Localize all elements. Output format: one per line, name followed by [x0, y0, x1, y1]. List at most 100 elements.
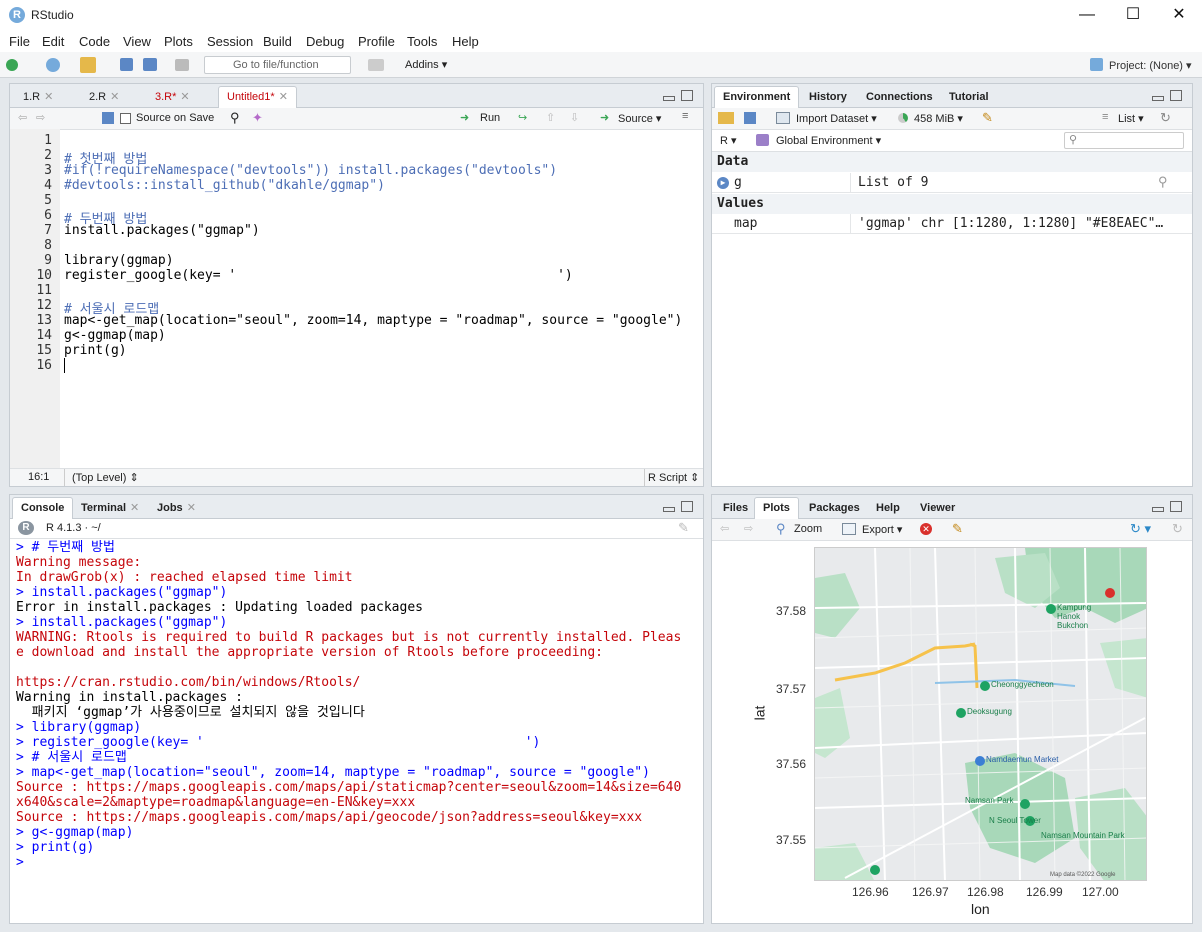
addins-menu[interactable]: Addins ▾ [405, 58, 447, 71]
minimize-pane-icon[interactable] [663, 96, 675, 101]
menu-session[interactable]: Session [207, 34, 253, 49]
scope-selector[interactable]: (Top Level) ⇕ [72, 471, 139, 484]
tab-untitled1[interactable]: Untitled1* ✕ [218, 86, 297, 109]
list-view-menu[interactable]: List ▾ [1118, 112, 1144, 125]
grid-layout-icon[interactable] [368, 59, 384, 71]
scope-selector[interactable]: Global Environment ▾ [776, 134, 881, 147]
up-arrow-icon[interactable]: ⇧ [546, 111, 555, 124]
zoom-button[interactable]: Zoom [794, 523, 822, 535]
maximize-pane-icon[interactable] [1170, 501, 1182, 512]
file-type-selector[interactable]: R Script ⇕ [648, 471, 699, 484]
env-row-map[interactable]: map 'ggmap' chr [1:1280, 1:1280] "#E8EAE… [712, 214, 1192, 234]
tab-files[interactable]: Files [714, 497, 757, 519]
menu-build[interactable]: Build [263, 34, 292, 49]
search-icon[interactable]: ⚲ [230, 110, 240, 126]
tab-terminal[interactable]: Terminal ✕ [72, 497, 148, 519]
open-file-icon[interactable] [80, 57, 96, 73]
back-icon[interactable]: ⇦ [720, 522, 729, 535]
source-on-save-checkbox[interactable] [120, 113, 131, 124]
console-output[interactable]: > # 두번째 방법 Warning message: In drawGrob(x)… [10, 540, 703, 923]
tab-jobs[interactable]: Jobs ✕ [148, 497, 205, 519]
menu-help[interactable]: Help [452, 34, 479, 49]
menu-edit[interactable]: Edit [42, 34, 64, 49]
tab-tutorial[interactable]: Tutorial [940, 86, 998, 108]
tab-3r[interactable]: 3.R* ✕ [146, 86, 199, 108]
code-area[interactable]: # 첫번째 방법 #if(!requireNamespace("devtools"… [10, 129, 703, 469]
save-all-icon[interactable] [143, 58, 157, 71]
env-search-input[interactable]: ⚲ [1064, 132, 1184, 149]
open-folder-icon[interactable] [718, 112, 734, 124]
tab-label: Plots [763, 502, 790, 514]
close-icon[interactable]: ✕ [44, 91, 53, 103]
publish-icon[interactable]: ↻ ▾ [1130, 521, 1151, 537]
tab-help[interactable]: Help [867, 497, 909, 519]
close-button[interactable]: ✕ [1156, 0, 1202, 30]
forward-icon[interactable]: ⇨ [744, 522, 753, 535]
close-icon[interactable]: ✕ [130, 502, 139, 514]
broom-icon[interactable]: ✎ [678, 520, 689, 536]
source-icon: ➜ [600, 112, 610, 124]
menu-profile[interactable]: Profile [358, 34, 395, 49]
tab-1r[interactable]: 1.R ✕ [14, 86, 62, 108]
print-icon[interactable] [175, 59, 189, 71]
broom-icon[interactable]: ✎ [952, 521, 963, 537]
maximize-pane-icon[interactable] [681, 90, 693, 101]
rerun-icon[interactable]: ↪ [518, 111, 527, 124]
menu-debug[interactable]: Debug [306, 34, 344, 49]
source-button[interactable]: Source ▾ [618, 112, 661, 125]
tab-connections[interactable]: Connections [857, 86, 942, 108]
goto-file-input[interactable]: Go to file/function [204, 56, 351, 74]
env-row-g[interactable]: ▶ g List of 9 ⚲ [712, 173, 1192, 193]
maximize-pane-icon[interactable] [1170, 90, 1182, 101]
broom-icon[interactable]: ✎ [982, 110, 993, 126]
menu-tools[interactable]: Tools [407, 34, 437, 49]
minimize-pane-icon[interactable] [663, 507, 675, 512]
import-dataset-button[interactable]: Import Dataset ▾ [796, 112, 877, 125]
tab-environment[interactable]: Environment [714, 86, 800, 109]
close-icon[interactable]: ✕ [279, 91, 288, 103]
back-icon[interactable]: ⇦ [18, 111, 27, 124]
forward-icon[interactable]: ⇨ [36, 111, 45, 124]
close-icon[interactable]: ✕ [110, 91, 119, 103]
memory-usage[interactable]: 458 MiB ▾ [914, 112, 963, 125]
save-icon[interactable] [102, 112, 114, 124]
magic-wand-icon[interactable]: ✦ [252, 110, 263, 126]
language-selector[interactable]: R ▾ [720, 134, 737, 147]
goto-placeholder: Go to file/function [233, 59, 319, 71]
outline-icon[interactable]: ≡ [682, 110, 688, 122]
close-icon[interactable]: ✕ [187, 502, 196, 514]
refresh-icon[interactable]: ↻ [1172, 521, 1183, 537]
refresh-icon[interactable]: ↻ [1160, 110, 1171, 126]
new-project-icon[interactable] [46, 58, 60, 72]
tab-2r[interactable]: 2.R ✕ [80, 86, 128, 108]
tab-viewer[interactable]: Viewer [911, 497, 964, 519]
tab-history[interactable]: History [800, 86, 856, 108]
export-button[interactable]: Export ▾ [862, 523, 902, 536]
run-button[interactable]: Run [480, 112, 500, 124]
source-on-save-label: Source on Save [136, 112, 215, 124]
menu-plots[interactable]: Plots [164, 34, 193, 49]
tab-plots[interactable]: Plots [754, 497, 799, 520]
down-arrow-icon[interactable]: ⇩ [570, 111, 579, 124]
save-icon[interactable] [120, 58, 133, 71]
minimize-pane-icon[interactable] [1152, 507, 1164, 512]
expand-icon[interactable]: ▶ [717, 177, 729, 189]
console-line: > [16, 855, 32, 870]
maximize-button[interactable]: ☐ [1110, 0, 1156, 30]
project-menu[interactable]: Project: (None) ▾ [1109, 59, 1192, 72]
remove-plot-icon[interactable]: ✕ [920, 523, 932, 535]
view-search-icon[interactable]: ⚲ [1158, 173, 1168, 193]
close-icon[interactable]: ✕ [180, 91, 189, 103]
tab-console[interactable]: Console [12, 497, 74, 520]
new-file-icon[interactable] [6, 59, 18, 71]
minimize-pane-icon[interactable] [1152, 96, 1164, 101]
menu-code[interactable]: Code [79, 34, 110, 49]
tab-packages[interactable]: Packages [800, 497, 869, 519]
save-icon[interactable] [744, 112, 756, 124]
seoul-roadmap-plot[interactable]: Cheonggyecheon Deoksugung Namdaemun Mark… [814, 547, 1147, 881]
source-editor-pane: 1.R ✕ 2.R ✕ 3.R* ✕ Untitled1* ✕ ⇦ ⇨ Source o… [9, 83, 704, 487]
menu-file[interactable]: File [9, 34, 30, 49]
minimize-button[interactable]: — [1064, 0, 1110, 30]
menu-view[interactable]: View [123, 34, 151, 49]
maximize-pane-icon[interactable] [681, 501, 693, 512]
